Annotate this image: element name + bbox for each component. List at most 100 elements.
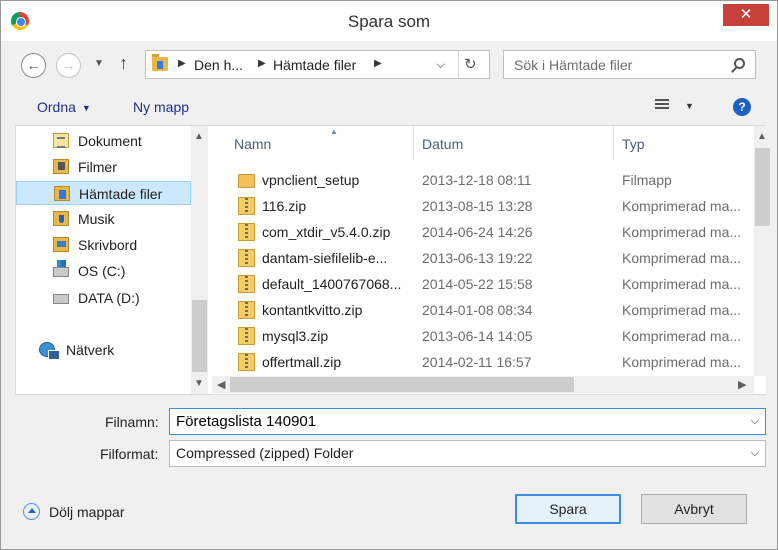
search-placeholder: Sök i Hämtade filer [514,57,633,73]
caret-down-icon: ▼ [81,103,91,114]
chevron-down-icon[interactable]: ⌵ [751,415,759,428]
file-row[interactable]: kontantkvitto.zip 2014-01-08 08:34 Kompr… [212,297,752,323]
save-as-dialog: Spara som ✕ ← → ▼ ↑ ▶ Den h... ▶ Hämtade… [0,0,778,550]
filename-value: Företagslista 140901 [176,413,317,430]
scrollbar-thumb[interactable] [192,300,207,372]
nav-item-videos[interactable]: Filmer [16,155,191,179]
file-name: kontantkvitto.zip [262,302,363,318]
back-button[interactable]: ← [21,53,46,78]
scroll-left-arrow-icon[interactable]: ◀ [217,378,225,391]
file-name: 116.zip [262,198,307,214]
file-date: 2014-06-24 14:26 [422,224,533,240]
documents-icon [53,133,69,148]
scroll-right-arrow-icon[interactable]: ▶ [738,378,746,391]
forward-button[interactable]: → [56,53,81,78]
file-date: 2014-02-11 16:57 [422,354,532,370]
column-header-name[interactable]: Namn ▲ [226,126,414,160]
file-list-vertical-scrollbar[interactable]: ▲ [754,126,771,376]
view-options-icon[interactable] [655,99,669,112]
nav-item-label: Filmer [78,159,117,175]
breadcrumb-item[interactable]: Den h... [194,57,243,73]
organize-menu[interactable]: Ordna ▼ [37,99,91,115]
close-button[interactable]: ✕ [723,4,769,26]
refresh-button[interactable]: ↻ [464,55,477,73]
nav-item-label: Skrivbord [78,237,138,253]
hide-folders-label: Dölj mappar [49,504,125,520]
chevron-down-icon: ⌵ [750,447,759,459]
chevron-right-icon[interactable]: ▶ [374,58,382,69]
column-header-date[interactable]: Datum [414,126,614,160]
file-type: Komprimerad ma... [622,198,742,214]
file-row[interactable]: offertmall.zip 2014-02-11 16:57 Komprime… [212,349,752,375]
file-row[interactable]: dantam-siefilelib-e... 2013-06-13 19:22 … [212,245,752,271]
breadcrumb-item[interactable]: Hämtade filer [273,57,356,73]
scroll-down-arrow-icon[interactable]: ▼ [194,378,204,389]
column-header-label: Datum [422,136,464,152]
format-value: Compressed (zipped) Folder [176,445,354,461]
zip-folder-icon [238,223,255,241]
zip-folder-icon [238,301,255,319]
folder-icon [238,174,255,188]
chevron-down-icon[interactable]: ⌵ [436,57,445,72]
sort-ascending-icon: ▲ [330,127,338,136]
scroll-up-arrow-icon[interactable]: ▲ [757,131,767,142]
nav-item-music[interactable]: Musik [16,207,191,231]
file-list-horizontal-scrollbar[interactable]: ◀ ▶ [212,376,754,393]
toolbar: Ordna ▼ Ny mapp ▼ ? [1,89,777,125]
nav-item-label: OS (C:) [78,263,126,279]
help-icon[interactable]: ? [733,98,751,116]
recent-locations-dropdown[interactable]: ▼ [94,58,104,69]
downloads-icon [54,186,70,201]
file-date: 2014-05-22 15:58 [422,276,533,292]
nav-item-label: Hämtade filer [79,186,163,202]
nav-item-label: DATA (D:) [78,290,140,306]
title-bar: Spara som ✕ [1,1,777,41]
filename-input[interactable]: Företagslista 140901 ⌵ [169,408,766,435]
file-browser: Dokument Filmer Hämtade filer Musik Skri… [15,125,771,395]
scrollbar-thumb[interactable] [230,377,574,392]
search-icon [734,58,745,69]
downloads-folder-icon [152,54,168,71]
drive-icon [53,294,69,304]
file-row[interactable]: mysql3.zip 2013-06-14 14:05 Komprimerad … [212,323,752,349]
arrow-up-icon: ↑ [119,53,128,73]
cancel-button[interactable]: Avbryt [641,494,747,524]
file-date: 2013-06-14 14:05 [422,328,533,344]
desktop-icon [53,237,69,252]
nav-item-downloads[interactable]: Hämtade filer [16,181,191,205]
file-row[interactable]: com_xtdir_v5.4.0.zip 2014-06-24 14:26 Ko… [212,219,752,245]
column-header-type[interactable]: Typ [614,126,750,160]
file-row[interactable]: 116.zip 2013-08-15 13:28 Komprimerad ma.… [212,193,752,219]
search-input[interactable]: Sök i Hämtade filer [503,50,756,79]
file-type: Komprimerad ma... [622,224,742,240]
videos-icon [53,159,69,174]
file-list: Namn ▲ Datum Typ vpnclient_setup 2013-12… [212,126,766,394]
nav-item-network[interactable]: Nätverk [16,338,191,362]
file-type: Filmapp [622,172,672,188]
nav-item-documents[interactable]: Dokument [16,129,191,153]
file-row[interactable]: default_1400767068... 2014-05-22 15:58 K… [212,271,752,297]
nav-item-desktop[interactable]: Skrivbord [16,233,191,257]
zip-folder-icon [238,249,255,267]
format-select[interactable]: Compressed (zipped) Folder ⌵ [169,440,766,467]
nav-item-os-drive[interactable]: OS (C:) [16,259,191,283]
filename-label: Filnamn: [105,414,159,430]
zip-folder-icon [238,197,255,215]
save-button[interactable]: Spara [515,494,621,524]
up-button[interactable]: ↑ [119,53,128,74]
file-date: 2013-08-15 13:28 [422,198,533,214]
refresh-icon: ↻ [464,56,477,73]
chevron-right-icon[interactable]: ▶ [178,58,186,69]
address-bar[interactable]: ▶ Den h... ▶ Hämtade filer ▶ ⌵ ↻ [145,50,490,79]
nav-item-data-drive[interactable]: DATA (D:) [16,286,191,310]
caret-down-icon[interactable]: ▼ [685,101,694,111]
file-row[interactable]: vpnclient_setup 2013-12-18 08:11 Filmapp [212,167,752,193]
chevron-right-icon[interactable]: ▶ [258,58,266,69]
nav-scrollbar[interactable]: ▲ ▼ [191,126,208,394]
scrollbar-thumb[interactable] [755,148,770,226]
new-folder-button[interactable]: Ny mapp [133,99,189,115]
column-header-label: Typ [622,136,645,152]
scroll-up-arrow-icon[interactable]: ▲ [194,131,204,142]
dialog-title: Spara som [347,12,431,31]
organize-label: Ordna [37,99,76,115]
